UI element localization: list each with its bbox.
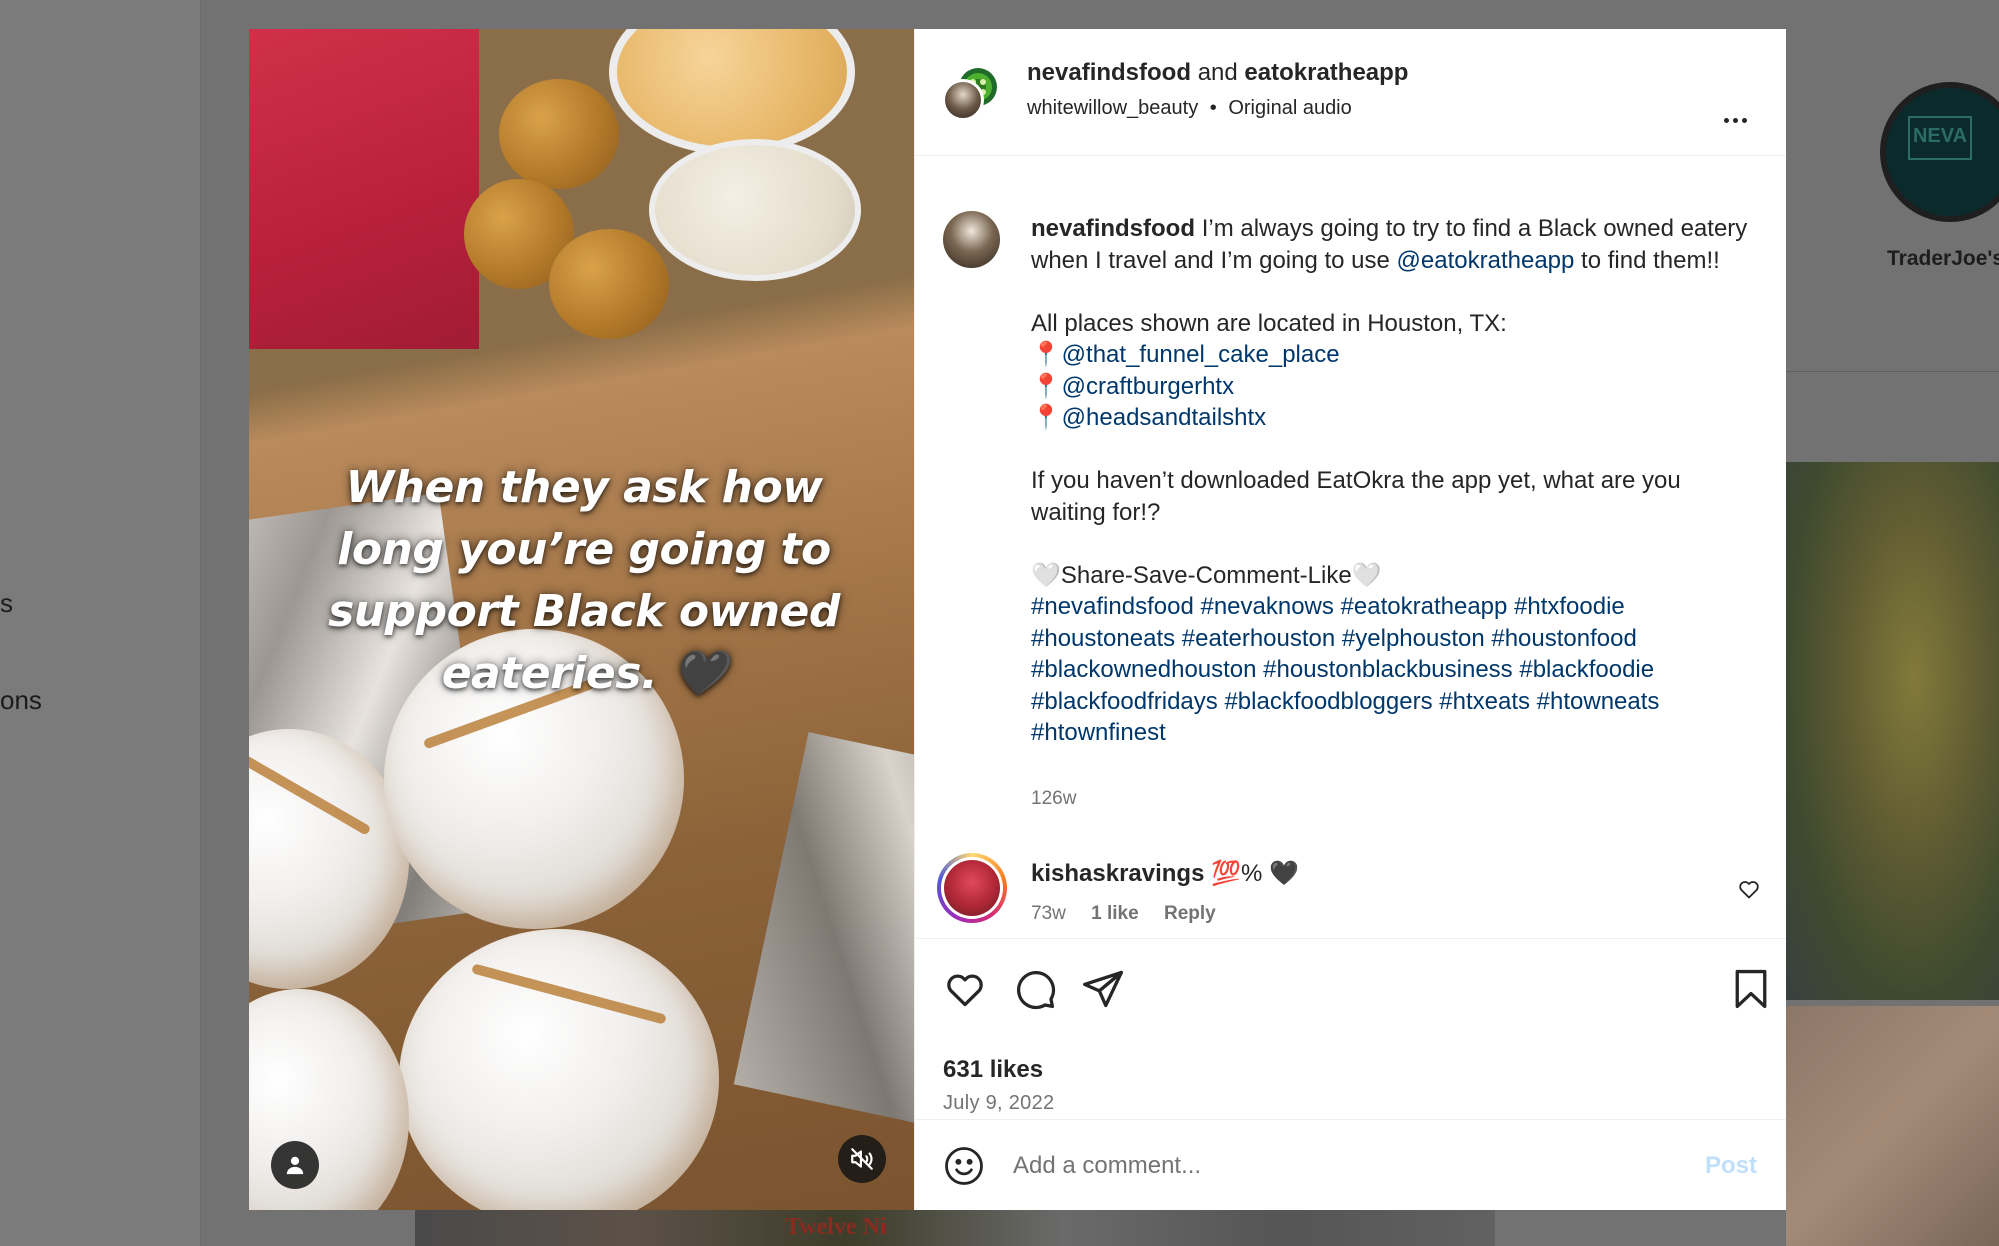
comment-row: kishaskravings 💯% 🖤 73w 1 like Reply [915, 829, 1786, 939]
media-hushpuppy [499, 79, 619, 189]
heart-outline-icon [947, 974, 983, 1007]
author-primary-link[interactable]: nevafindsfood [1027, 59, 1191, 86]
audio-separator: • [1209, 97, 1217, 119]
post-date[interactable]: July 9, 2022 [943, 1092, 1054, 1115]
media-red-box [249, 29, 479, 349]
post-comment-button[interactable]: Post [1705, 1152, 1757, 1180]
caption-body: to find them!! [1581, 246, 1720, 274]
background-story-label: TraderJoe's [1887, 247, 1999, 270]
comment-input[interactable] [1013, 1144, 1653, 1188]
heart-outline-icon [1739, 881, 1759, 899]
comment-body: 💯% 🖤 [1211, 860, 1299, 887]
background-sidebar: s ons [0, 0, 201, 1246]
comment-time[interactable]: 73w [1031, 903, 1066, 924]
media-sauce-cup [649, 139, 861, 281]
post-authors: nevafindsfood and eatokratheapp [1027, 59, 1408, 87]
nevafindsfood-avatar [942, 79, 984, 121]
background-post-thumbnail[interactable] [1786, 462, 1999, 1000]
smiley-icon [945, 1147, 983, 1185]
media-funnel-cake-bite [399, 929, 719, 1210]
pin-icon: 📍 [1031, 372, 1061, 400]
comment-likes-button[interactable]: 1 like [1091, 903, 1139, 924]
white-heart-icon: 🤍 [1351, 561, 1382, 589]
post-details: nevafindsfood and eatokratheapp whitewil… [914, 29, 1786, 1210]
collab-avatars[interactable] [942, 65, 1004, 127]
comment-like-button[interactable] [1737, 877, 1761, 901]
caption-text: nevafindsfood I’m always going to try to… [1031, 213, 1751, 749]
comment-reply-button[interactable]: Reply [1164, 903, 1216, 924]
add-comment-bar: Post [915, 1119, 1786, 1210]
like-button[interactable] [943, 967, 987, 1011]
neva-logo: NEVA [1908, 116, 1972, 160]
author-joiner: and [1197, 59, 1238, 86]
place-mention-link[interactable]: @craftburgerhtx [1062, 373, 1234, 400]
audio-label-link[interactable]: Original audio [1228, 97, 1351, 119]
audio-user-link[interactable]: whitewillow_beauty [1027, 97, 1198, 119]
save-button[interactable] [1729, 967, 1773, 1011]
author-secondary-link[interactable]: eatokratheapp [1244, 59, 1408, 86]
comment-bubble-icon [1016, 970, 1056, 1010]
background-thumbnail-strip: Twelve Ni [415, 1210, 1495, 1246]
tagged-people-button[interactable] [271, 1141, 319, 1189]
comment-button[interactable] [1013, 967, 1057, 1011]
mention-link[interactable]: @eatokratheapp [1397, 247, 1575, 274]
places-intro: All places shown are located in Houston,… [1031, 309, 1507, 337]
pin-icon: 📍 [1031, 404, 1061, 431]
post-actions: 631 likes July 9, 2022 [915, 938, 1786, 1126]
media-hushpuppy [549, 229, 669, 339]
caption-timestamp[interactable]: 126w [1031, 788, 1076, 810]
caption-username[interactable]: nevafindsfood [1031, 215, 1195, 242]
comment-text: kishaskravings 💯% 🖤 [1031, 859, 1299, 888]
post-header: nevafindsfood and eatokratheapp whitewil… [915, 29, 1786, 156]
commenter-username[interactable]: kishaskravings [1031, 860, 1204, 887]
caption-cta: Share-Save-Comment-Like [1060, 561, 1352, 589]
caption-question: If you haven’t downloaded EatOkra the ap… [1031, 467, 1681, 526]
sidebar-nav-fragment: s [0, 588, 13, 618]
speaker-muted-icon [851, 1148, 873, 1170]
caption-avatar[interactable] [943, 211, 1000, 268]
background-post-thumbnail[interactable] [1786, 1006, 1999, 1246]
sidebar-nav-fragment: ons [0, 685, 42, 715]
more-options-button[interactable] [1715, 105, 1755, 135]
commenter-avatar[interactable] [937, 853, 1007, 923]
place-mention-link[interactable]: @headsandtailshtx [1062, 404, 1267, 431]
paper-plane-icon [1083, 970, 1123, 1008]
emoji-button[interactable] [943, 1145, 985, 1187]
pin-icon: 📍 [1031, 341, 1061, 368]
person-icon [286, 1156, 304, 1175]
hashtag-list[interactable]: #nevafindsfood #nevaknows #eatokratheapp… [1031, 591, 1751, 749]
more-horizontal-icon [1723, 117, 1747, 123]
share-button[interactable] [1081, 967, 1125, 1011]
place-mention-link[interactable]: @that_funnel_cake_place [1062, 341, 1340, 368]
post-caption: nevafindsfood I’m always going to try to… [915, 156, 1786, 809]
bookmark-icon [1735, 969, 1767, 1009]
mute-button[interactable] [838, 1135, 886, 1183]
background-strip-text: Twelve Ni [785, 1214, 887, 1240]
media-overlay-text: When they ask how long you’re going to s… [328, 462, 840, 699]
audio-info: whitewillow_beauty • Original audio [1027, 97, 1352, 120]
comment-meta: 73w 1 like Reply [1031, 903, 1236, 925]
likes-count[interactable]: 631 likes [943, 1056, 1043, 1084]
post-media[interactable]: When they ask how long you’re going to s… [249, 29, 914, 1210]
background-divider [1786, 371, 1999, 372]
white-heart-icon: 🤍 [1031, 561, 1061, 589]
post-modal: When they ask how long you’re going to s… [249, 29, 1786, 1210]
